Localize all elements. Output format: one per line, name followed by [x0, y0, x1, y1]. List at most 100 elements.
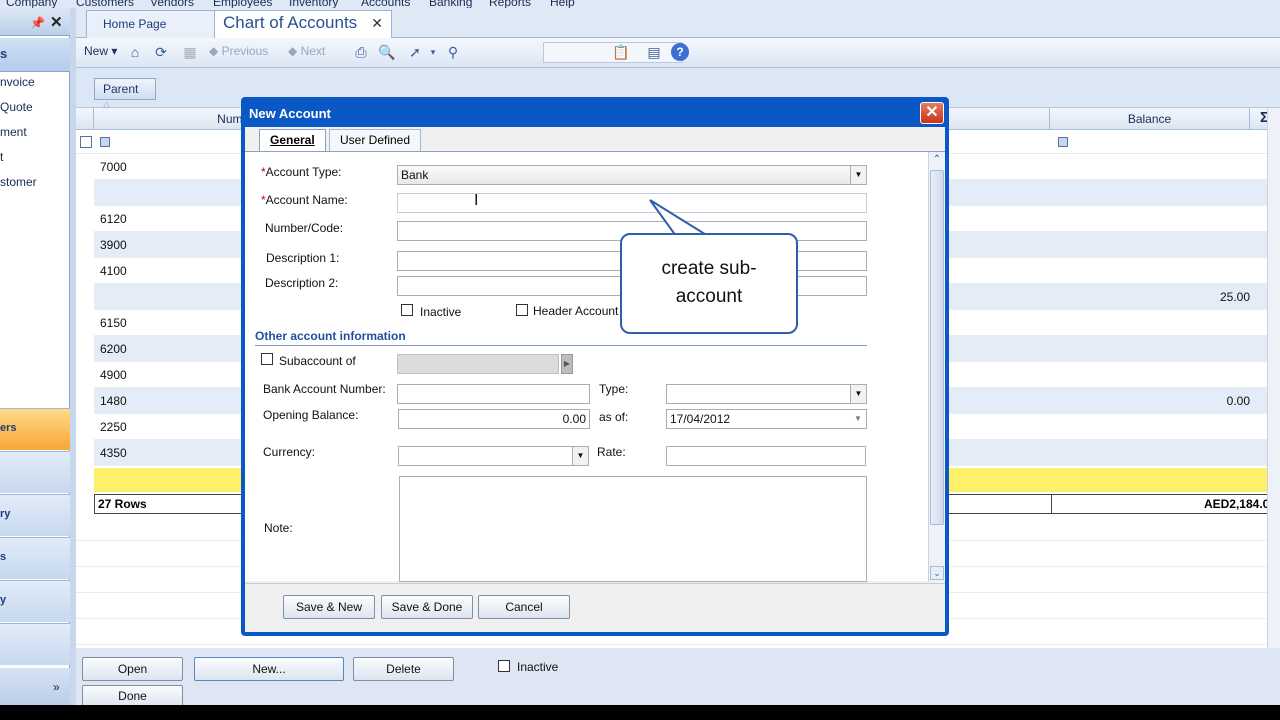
save-done-label: Save & Done — [391, 600, 463, 614]
home-icon[interactable]: ⌂ — [126, 43, 144, 61]
as-of-date-input[interactable]: 17/04/2012 ▼ — [666, 409, 867, 429]
help-icon[interactable]: ? — [671, 43, 689, 61]
close-tab-icon[interactable]: ✕ — [371, 15, 383, 31]
note-textarea[interactable] — [399, 476, 867, 582]
nav-item-2[interactable] — [0, 451, 70, 493]
chevron-down-icon[interactable]: ▼ — [850, 166, 866, 184]
row-number: 1480 — [100, 394, 127, 408]
tab-user-defined-label: User Defined — [340, 133, 411, 147]
layout-icon[interactable]: ▤ — [645, 43, 663, 61]
left-item-quote[interactable]: Quote — [0, 100, 33, 114]
delete-button[interactable]: Delete — [353, 657, 454, 681]
tab-user-defined[interactable]: User Defined — [329, 129, 422, 151]
grid-line — [76, 644, 1280, 645]
new-label: New — [84, 44, 109, 58]
nav-item-6[interactable] — [0, 623, 70, 665]
menu-help[interactable]: Help — [550, 0, 575, 8]
filter-number-checkbox[interactable] — [100, 137, 110, 147]
inactive-filter-checkbox[interactable] — [498, 660, 510, 672]
rate-input[interactable] — [666, 446, 866, 466]
chevron-down-icon[interactable]: ▼ — [850, 385, 866, 403]
menu-customers[interactable]: Customers — [76, 0, 134, 8]
open-button[interactable]: Open — [82, 657, 183, 681]
bank-account-number-input[interactable] — [397, 384, 590, 404]
menu-banking[interactable]: Banking — [429, 0, 472, 8]
expand-chevron-icon[interactable]: » — [53, 680, 60, 694]
delete-label: Delete — [386, 662, 421, 676]
pin-icon[interactable]: 📌 — [30, 16, 45, 30]
row-number: 3900 — [100, 238, 127, 252]
dialog-title-bar[interactable]: New Account ✕ — [241, 97, 949, 127]
new-dropdown-button[interactable]: New ▾ — [84, 44, 117, 58]
tab-chart-of-accounts[interactable]: Chart of Accounts ✕ — [214, 10, 392, 38]
export-dropdown-icon[interactable]: ▾ — [424, 43, 442, 61]
toolbar: New ▾ ⌂ ⟳ ▦ ◆ Previous ◆ Next ⎙ 🔍 ➚ ▾ ⚲ … — [76, 38, 1280, 68]
menu-accounts[interactable]: Accounts — [361, 0, 410, 8]
chevron-down-icon[interactable]: ▼ — [850, 410, 866, 428]
inactive-checkbox[interactable] — [401, 304, 413, 316]
menu-company[interactable]: Company — [6, 0, 57, 8]
dialog-title: New Account — [249, 106, 331, 121]
left-item-invoice[interactable]: nvoice — [0, 75, 35, 89]
general-form: *Account Type: Bank ▼ *Account Name: Numb… — [245, 151, 945, 582]
grid-vertical-scrollbar[interactable] — [1267, 108, 1280, 648]
note-label: Note: — [264, 521, 293, 535]
previous-button[interactable]: ◆ Previous — [209, 44, 268, 58]
print-icon[interactable]: ⎙ — [352, 43, 370, 61]
dialog-close-icon[interactable]: ✕ — [920, 102, 944, 124]
left-item-payment[interactable]: ment — [0, 125, 27, 139]
description1-label: Description 1: — [266, 251, 340, 265]
nav-inventory[interactable]: ry — [0, 494, 70, 536]
row-selector-header[interactable] — [76, 108, 94, 130]
scroll-thumb[interactable] — [930, 170, 944, 525]
left-item-customer[interactable]: stomer — [0, 175, 37, 189]
number-code-label: Number/Code: — [265, 221, 344, 235]
save-done-button[interactable]: Save & Done — [381, 595, 473, 619]
tab-general[interactable]: General — [259, 129, 326, 151]
export-icon[interactable]: ➚ — [406, 43, 424, 61]
subaccount-select[interactable] — [397, 354, 559, 374]
dialog-vertical-scrollbar[interactable]: ⌃ ⌄ — [928, 152, 945, 582]
refresh-icon[interactable]: ⟳ — [152, 43, 170, 61]
left-panel-header: 📌 ✕ — [0, 8, 70, 36]
column-balance-header[interactable]: Balance — [1050, 108, 1250, 130]
left-panel-section-header[interactable]: s — [0, 38, 70, 72]
grid-view-icon[interactable]: ▦ — [181, 43, 199, 61]
print-preview-icon[interactable]: 🔍 — [378, 43, 396, 61]
save-new-button[interactable]: Save & New — [283, 595, 375, 619]
subaccount-checkbox[interactable] — [261, 353, 273, 365]
left-item-t[interactable]: t — [0, 150, 3, 164]
tab-home-page[interactable]: Home Page — [86, 10, 216, 38]
currency-select[interactable]: ▼ — [398, 446, 589, 466]
new-account-button[interactable]: New... — [194, 657, 344, 681]
clipboard-icon[interactable]: 📋 — [612, 43, 630, 61]
nav-customers[interactable]: ers — [0, 408, 70, 450]
header-account-label: Header Account — [533, 304, 619, 318]
scroll-down-icon[interactable]: ⌄ — [930, 566, 944, 580]
subaccount-picker-icon[interactable]: ▶ — [561, 354, 573, 374]
type-select[interactable]: ▼ — [666, 384, 867, 404]
nav-item-4[interactable]: s — [0, 537, 70, 579]
find-icon[interactable]: ⚲ — [444, 43, 462, 61]
nav-item-5[interactable]: y — [0, 580, 70, 622]
chevron-down-icon[interactable]: ▼ — [572, 447, 588, 465]
close-panel-icon[interactable]: ✕ — [50, 13, 63, 31]
group-parent-chip[interactable]: Parent △ — [94, 78, 156, 109]
inactive-label: Inactive — [420, 305, 462, 319]
menu-reports[interactable]: Reports — [489, 0, 531, 8]
row-balance: 0.00 — [1226, 394, 1250, 408]
menu-inventory[interactable]: Inventory — [289, 0, 338, 8]
menu-vendors[interactable]: Vendors — [150, 0, 194, 8]
done-button[interactable]: Done — [82, 685, 183, 705]
next-button[interactable]: ◆ Next — [288, 44, 325, 58]
as-of-label: as of: — [599, 410, 629, 424]
account-type-select[interactable]: Bank ▼ — [397, 165, 867, 185]
account-name-input[interactable] — [397, 193, 867, 213]
header-account-checkbox[interactable] — [516, 304, 528, 316]
opening-balance-input[interactable]: 0.00 — [398, 409, 590, 429]
menu-employees[interactable]: Employees — [213, 0, 272, 8]
scroll-up-icon[interactable]: ⌃ — [931, 154, 943, 166]
cancel-button[interactable]: Cancel — [478, 595, 570, 619]
filter-balance-checkbox[interactable] — [1058, 137, 1068, 147]
edit-row-icon[interactable] — [80, 136, 92, 148]
